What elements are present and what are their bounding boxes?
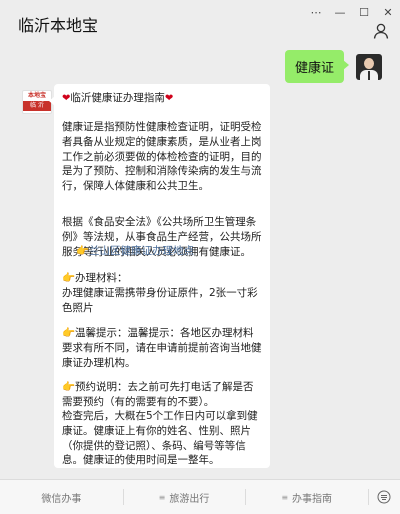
user-avatar[interactable]	[356, 53, 382, 80]
pointing-hand-icon: 👉	[62, 272, 76, 284]
menu-item-label: 旅游出行	[169, 493, 210, 505]
bottom-menu: 微信办事 ≡ 旅游出行 ≡ 办事指南	[0, 479, 400, 514]
chat-title: 临沂本地宝	[18, 16, 99, 35]
menu-item-label: 办事指南	[292, 493, 333, 505]
after-check-paragraph: 检查完后，大概在5个工作日内可以拿到健康证。健康证上有你的姓名、性别、照片（你提…	[62, 410, 258, 467]
intro-paragraph: 健康证是指预防性健康检查证明，证明受检者具备从业规定的健康素质，是从业者上岗工作…	[62, 121, 262, 193]
pointing-hand-icon: 👉	[62, 327, 76, 339]
menu-item-travel[interactable]: ≡ 旅游出行	[122, 480, 246, 514]
bot-avatar-logo-text: 本地宝	[27, 92, 46, 99]
menu-lines-icon: ≡	[158, 492, 166, 502]
menu-item-label: 微信办事	[41, 493, 82, 505]
tip-text: 温馨提示：温馨提示：各地区办理材料要求有所不同，请在申请前提前咨询当地健康证办理…	[62, 327, 262, 369]
bot-avatar[interactable]: 本地宝 临 沂	[22, 90, 52, 114]
appointment-text: 预约说明：去之前可先打电话了解是否需要预约（有的需要有的不要）。	[62, 381, 254, 408]
menu-item-service-guide[interactable]: ≡ 办事指南	[245, 480, 368, 514]
pointing-hand-icon: 👉	[76, 245, 90, 257]
materials-text: 办理健康证需携带身份证原件，2张一寸彩色照片	[62, 287, 258, 314]
materials-title: 办理材料：	[75, 272, 128, 284]
chat-header: 临沂本地宝	[0, 0, 400, 46]
bot-avatar-city: 临 沂	[23, 101, 51, 111]
keyboard-toggle[interactable]	[368, 480, 400, 514]
location-link[interactable]: 兰山区健康证办理地点	[89, 245, 194, 257]
outgoing-message: 健康证	[284, 50, 382, 83]
appointment-paragraph: 👉预约说明：去之前可先打电话了解是否需要预约（有的需要有的不要）。	[62, 380, 262, 410]
tip-paragraph: 👉温馨提示：温馨提示：各地区办理材料要求有所不同，请在申请前提前咨询当地健康证办…	[62, 326, 262, 370]
incoming-bubble[interactable]: ❤临沂健康证办理指南❤ 健康证是指预防性健康检查证明，证明受检者具备从业规定的健…	[49, 84, 270, 468]
keyboard-icon	[377, 490, 391, 504]
location-link-row: 👉兰山区健康证办理地点	[76, 244, 262, 259]
heart-icon: ❤	[164, 93, 174, 104]
outgoing-bubble[interactable]: 健康证	[284, 50, 350, 83]
materials-title-row: 👉办理材料：	[62, 271, 262, 286]
pointing-hand-icon: 👉	[62, 381, 76, 393]
menu-item-wechat-service[interactable]: 微信办事	[0, 480, 123, 514]
menu-lines-icon: ≡	[281, 492, 289, 502]
guide-heading-text: 临沂健康证办理指南	[70, 92, 165, 104]
person-icon[interactable]	[372, 22, 390, 40]
guide-heading: ❤临沂健康证办理指南❤	[62, 91, 173, 107]
